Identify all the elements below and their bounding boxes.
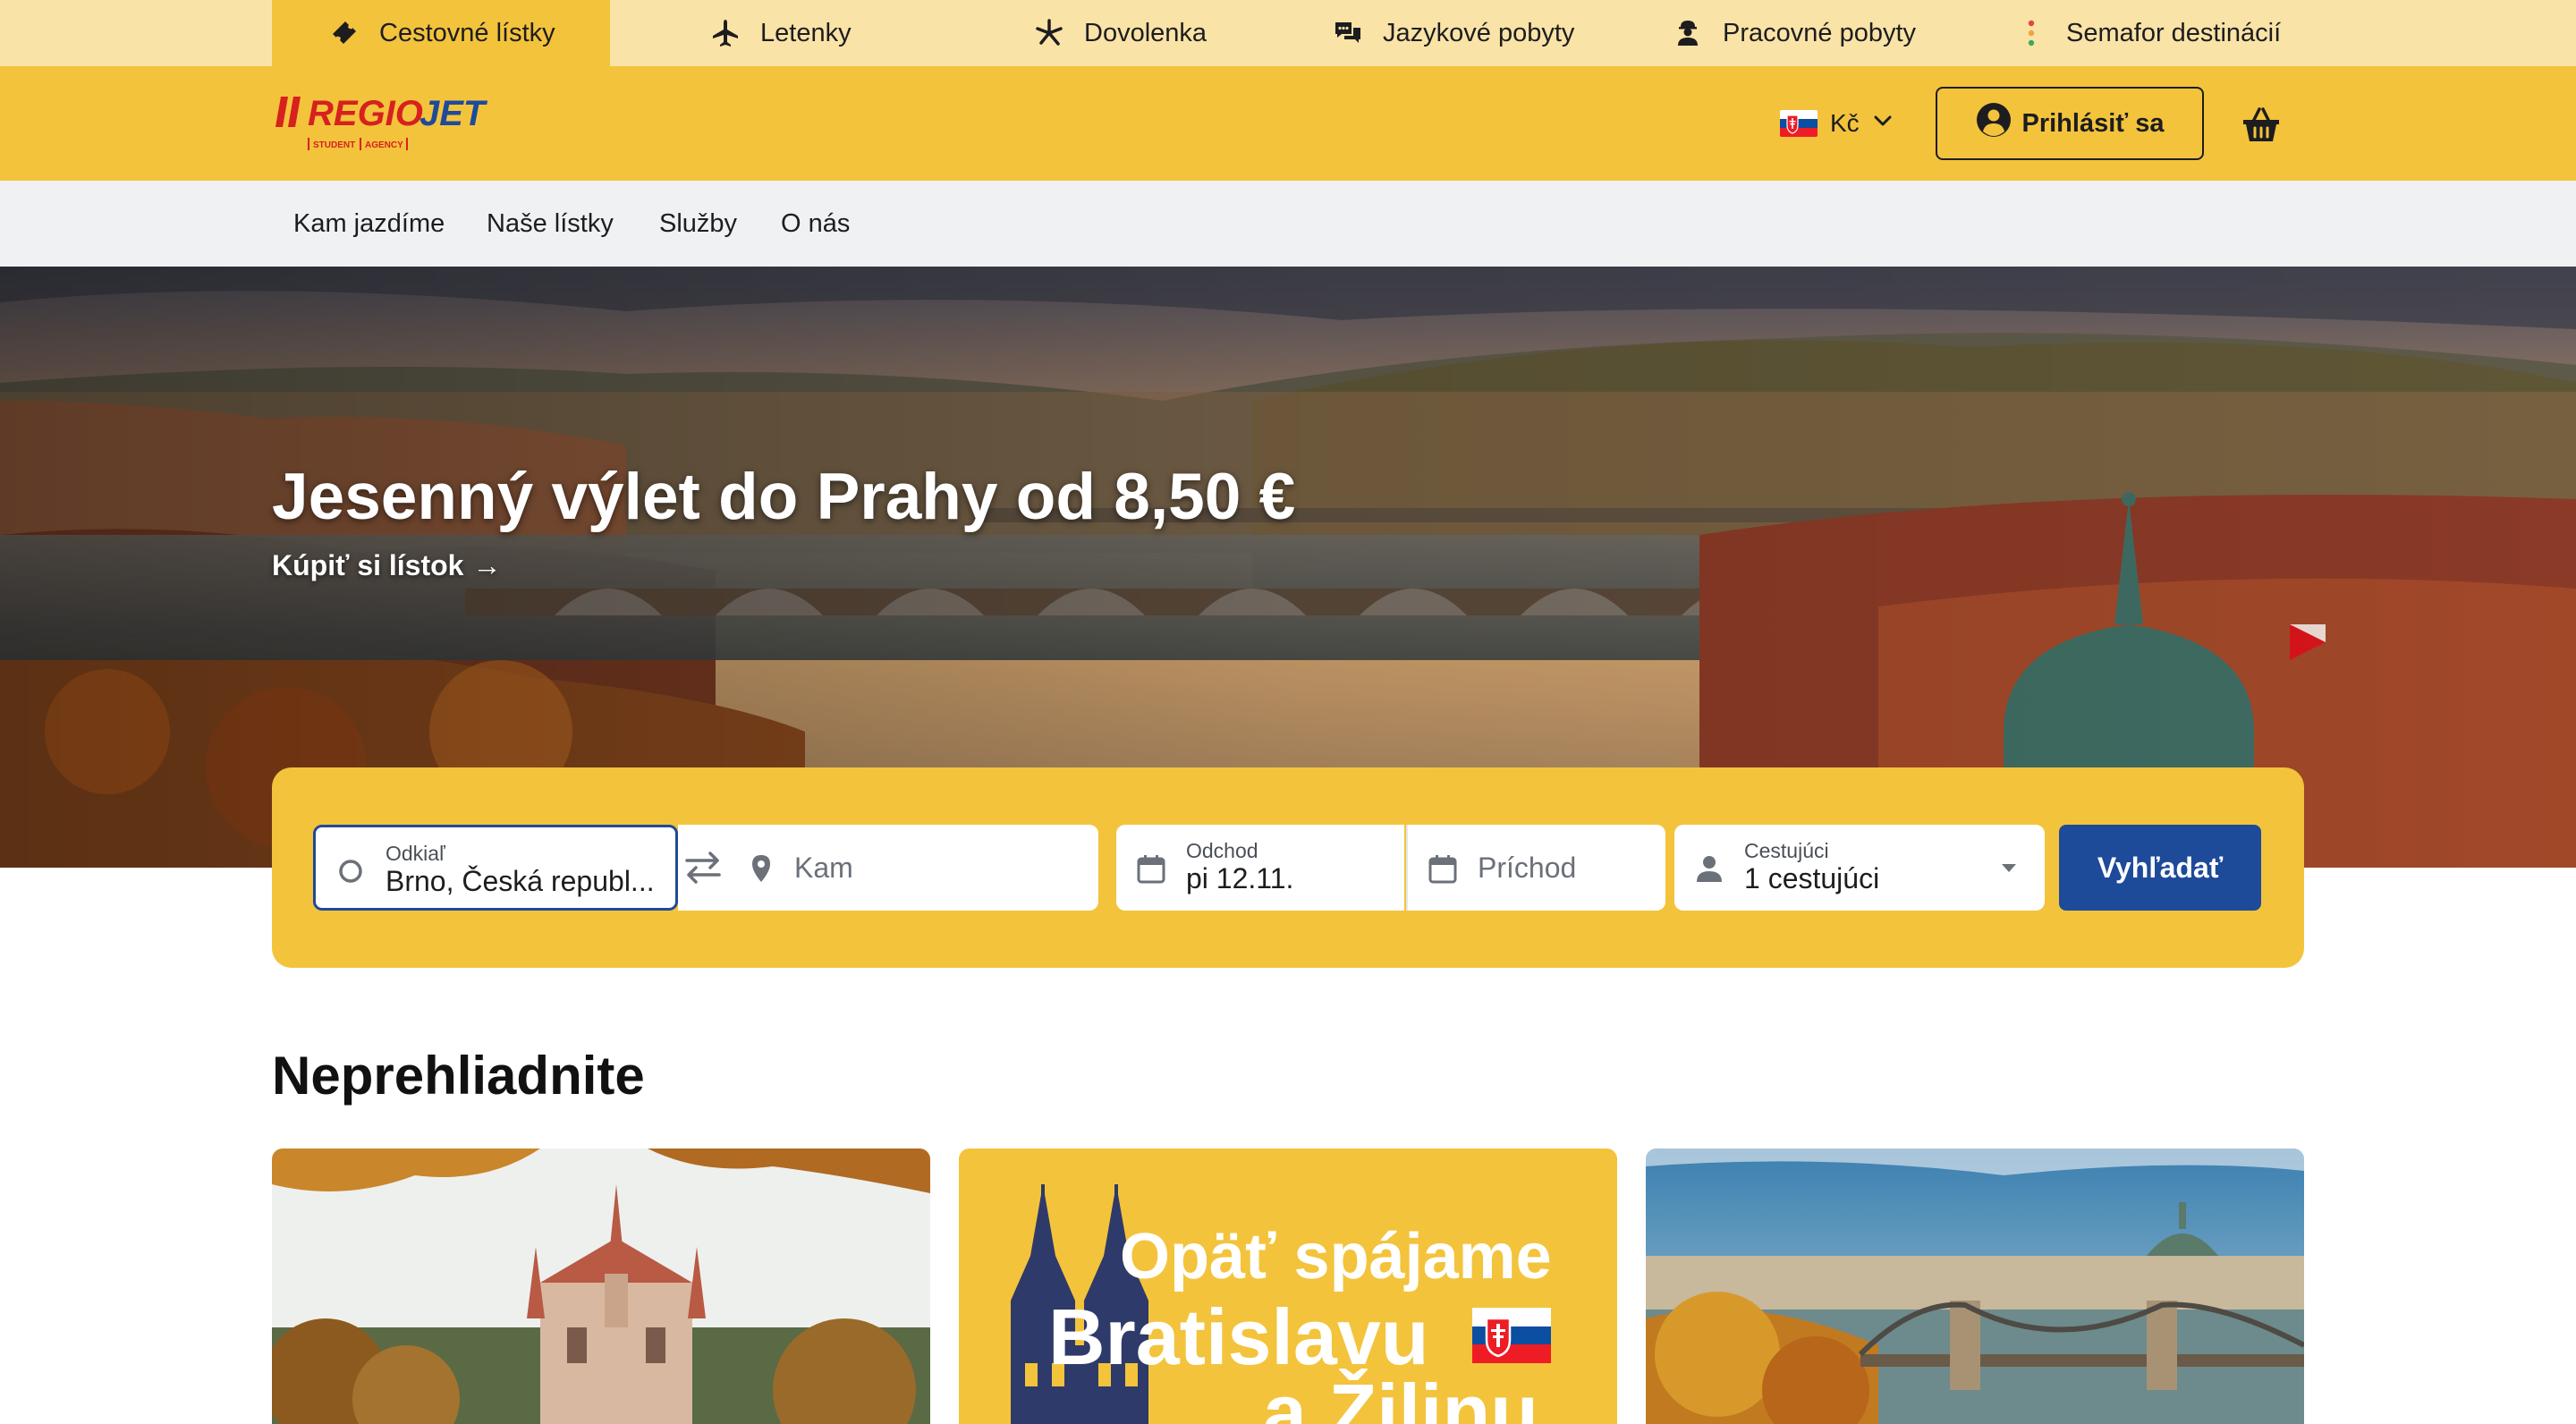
departure-label: Odchod <box>1186 839 1258 862</box>
calendar-icon <box>1428 853 1458 884</box>
promo-line-1: Opäť spájame <box>1120 1221 1552 1293</box>
tab-label: Pracovné pobyty <box>1723 18 1917 47</box>
tab-label: Semafor destinácií <box>2066 18 2282 47</box>
from-value: Brno, Česká republ... <box>386 865 655 897</box>
svg-text:REGIO: REGIO <box>308 94 423 133</box>
currency-label: Kč <box>1830 109 1860 137</box>
slovakia-flag-icon <box>1472 1308 1551 1363</box>
nav-our-tickets[interactable]: Naše lístky <box>487 181 614 267</box>
nav-where-we-go[interactable]: Kam jazdíme <box>293 181 445 267</box>
tab-label: Cestovné lístky <box>379 18 555 47</box>
return-placeholder: Príchod <box>1478 852 1577 884</box>
return-date-field[interactable]: Príchod <box>1406 825 1665 911</box>
svg-text:STUDENT: STUDENT <box>313 140 355 150</box>
login-button[interactable]: Prihlásiť sa <box>1936 87 2204 160</box>
product-strip: Cestovné lístky Letenky Dovolenka Jazyko… <box>0 0 2576 66</box>
user-circle-icon <box>1976 102 2012 145</box>
tab-language-stays[interactable]: Jazykové pobyty <box>1275 0 1614 66</box>
origin-circle-icon <box>335 856 366 886</box>
promo-card-bratislava-zilina[interactable]: Opäť spájame Bratislavu a Žilinu <box>959 1149 1617 1424</box>
chevron-down-icon <box>1872 109 1894 138</box>
passengers-select[interactable]: Cestujúci 1 cestujúci <box>1674 825 2045 911</box>
nav-services[interactable]: Služby <box>659 181 737 267</box>
svg-text:JET: JET <box>419 94 488 133</box>
departure-date-field[interactable]: Odchod pi 12.11. <box>1116 825 1404 911</box>
worker-icon <box>1673 18 1703 48</box>
hero-title: Jesenný výlet do Prahy od 8,50 € <box>272 461 1296 533</box>
tab-destination-semaphore[interactable]: Semafor destinácií <box>1959 0 2320 66</box>
location-pin-icon <box>746 853 776 884</box>
chat-bubbles-icon <box>1333 18 1363 48</box>
budapest-chain-bridge-image <box>1646 1149 2304 1424</box>
from-label: Odkiaľ <box>386 842 445 865</box>
calendar-icon <box>1136 853 1166 884</box>
passengers-value: 1 cestujúci <box>1744 862 1880 894</box>
connection-search-form: Odkiaľ Brno, Česká republ... Kam Odchod … <box>272 767 2304 968</box>
shopping-basket-icon[interactable] <box>2241 106 2281 145</box>
promo-card-budapest[interactable] <box>1646 1149 2304 1424</box>
tab-train-tickets[interactable]: Cestovné lístky <box>272 0 610 66</box>
svg-text:AGENCY: AGENCY <box>365 140 403 150</box>
from-field[interactable]: Odkiaľ Brno, Česká republ... <box>313 825 678 911</box>
hero-cta-label: Kúpiť si lístok <box>272 549 464 581</box>
swap-stations-icon[interactable] <box>680 846 726 889</box>
main-header: REGIO JET STUDENT AGENCY Kč Prihlásiť sa <box>0 66 2576 181</box>
caret-down-icon <box>2002 864 2016 872</box>
section-title: Neprehliadnite <box>272 1046 645 1106</box>
ticket-icon <box>329 18 360 48</box>
tab-work-stays[interactable]: Pracovné pobyty <box>1615 0 1955 66</box>
login-label: Prihlásiť sa <box>2021 108 2165 138</box>
vienna-church-image <box>272 1149 930 1424</box>
search-button[interactable]: Vyhľadať <box>2059 825 2261 911</box>
tab-holiday[interactable]: Dovolenka <box>977 0 1246 66</box>
promo-line-3: a Žilinu <box>1263 1368 1538 1424</box>
passengers-label: Cestujúci <box>1744 839 1829 862</box>
nav-about-us[interactable]: O nás <box>781 181 850 267</box>
currency-language-selector[interactable]: Kč <box>1780 106 1894 141</box>
person-icon <box>1694 853 1724 884</box>
hero-buy-ticket-link[interactable]: Kúpiť si lístok → <box>272 549 501 582</box>
tab-flights[interactable]: Letenky <box>653 0 891 66</box>
airplane-icon <box>710 18 741 48</box>
regiojet-logo[interactable]: REGIO JET STUDENT AGENCY <box>272 88 497 154</box>
tab-label: Letenky <box>760 18 852 47</box>
traffic-light-icon <box>2016 18 2046 48</box>
promo-card-vienna[interactable] <box>272 1149 930 1424</box>
tab-label: Jazykové pobyty <box>1383 18 1575 47</box>
to-field[interactable]: Kam <box>746 825 1098 911</box>
departure-value: pi 12.11. <box>1186 862 1294 894</box>
secondary-nav: Kam jazdíme Naše lístky Služby O nás <box>0 181 2576 267</box>
palm-tree-icon <box>1034 18 1064 48</box>
arrow-right-icon: → <box>472 549 502 581</box>
tab-label: Dovolenka <box>1084 18 1208 47</box>
slovakia-flag-icon <box>1780 110 1818 137</box>
to-placeholder: Kam <box>794 852 853 884</box>
